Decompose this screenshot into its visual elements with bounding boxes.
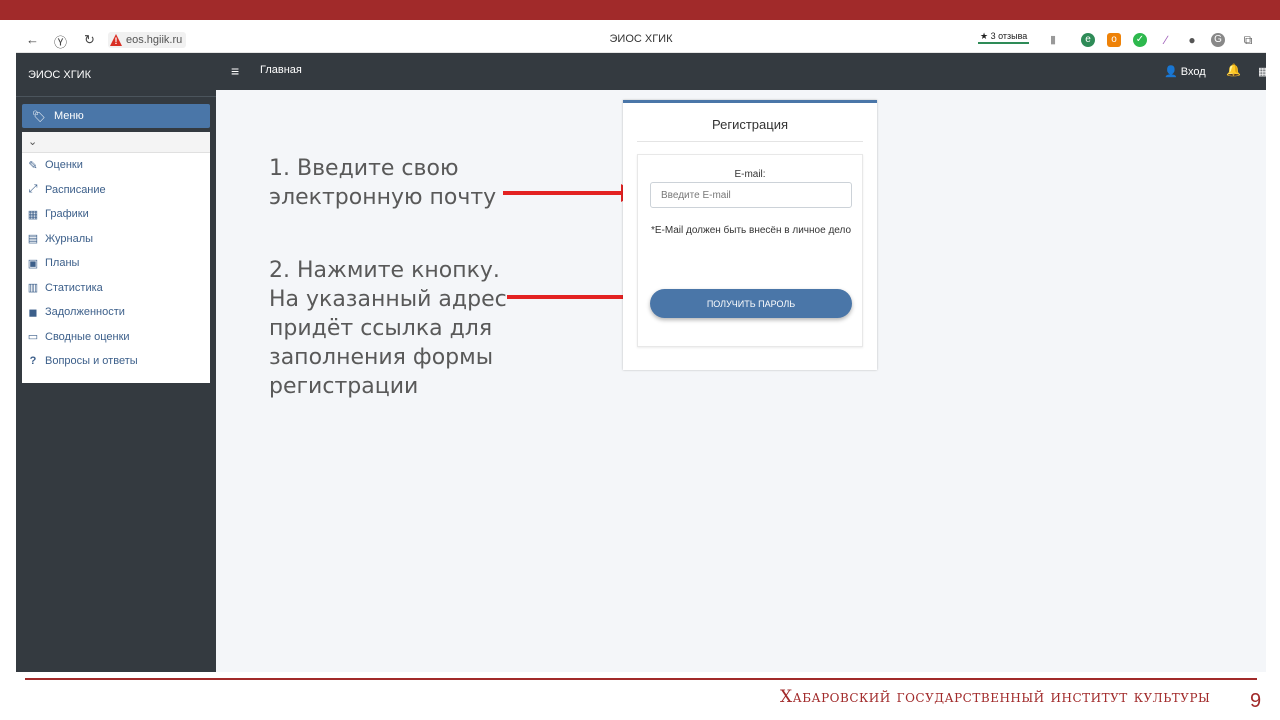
sidebar-item-charts[interactable]: ▦ Графики [22,202,210,227]
list-icon: ▤ [27,233,39,246]
slide-top-bar [0,0,1280,20]
sidebar-item-label: Оценки [45,159,83,172]
browser-toolbar: ← Ⓨ ↻ ! eos.hgiik.ru ЭИОС ХГИК ★ 3 отзыв… [16,28,1266,53]
instruction-line: регистрации [269,374,419,399]
menu-panel: ⌄ ✎ Оценки ⤢ Расписание ▦ Графики ▤ Журн… [22,132,210,383]
arrow-to-button [507,288,639,306]
extension-badge-icon[interactable]: G [1211,33,1225,47]
bookmark-icon[interactable]: ▮ [1046,33,1060,47]
instruction-line: 2. Нажмите кнопку. [269,258,500,283]
sidebar-item-label: Задолженности [45,306,125,319]
sidebar-item-schedule[interactable]: ⤢ Расписание [22,178,210,203]
user-icon: 👤 [1164,66,1178,78]
check-icon[interactable]: ✓ [1133,33,1147,47]
sidebar-item-label: Планы [45,257,80,270]
grid-icon[interactable]: ▦ [1258,65,1268,78]
bar-chart-icon: ▥ [27,282,39,295]
instruction-line: 1. Введите свою [269,156,459,181]
tags-icon: 🏷 [32,110,46,123]
sidebar-item-label: Сводные оценки [45,330,130,343]
instruction-line: На указанный адрес [269,287,507,312]
book-icon: ▭ [27,331,39,344]
sidebar-item-statistics[interactable]: ▥ Статистика [22,276,210,301]
page-title: ЭИОС ХГИК [609,33,673,45]
page-number: 9 [1250,690,1262,712]
arrow-to-email [503,184,637,202]
email-note: *E-Mail должен быть внесён в личное дело [650,225,852,236]
app-header: ≡ Главная 👤 Вход 🔔 ▦ [216,53,1268,90]
email-field[interactable] [650,182,852,208]
sidebar: ЭИОС ХГИК 🏷 Меню ⌄ ✎ Оценки ⤢ Расписание… [16,53,216,672]
bell-icon[interactable]: 🔔 [1226,63,1241,77]
lightbulb-icon[interactable]: ● [1185,33,1199,47]
registration-title: Регистрация [637,117,863,142]
instruction-step-2: 2. Нажмите кнопку. На указанный адрес пр… [269,256,507,401]
login-label: Вход [1180,66,1206,78]
sidebar-item-summary-grades[interactable]: ▭ Сводные оценки [22,325,210,350]
sidebar-item-label: Вопросы и ответы [45,355,138,368]
instruction-line: электронную почту [269,185,497,210]
email-label: E-mail: [734,169,766,180]
line-chart-icon: ⤢ [28,183,38,196]
login-link[interactable]: 👤 Вход [1164,65,1206,78]
odnoklassniki-icon[interactable]: о [1107,33,1121,47]
home-link[interactable]: Главная [260,64,302,76]
calendar-icon: ▦ [27,208,39,221]
debt-icon: ◼ [28,306,38,319]
sidebar-item-label: Графики [45,208,89,221]
evernote-icon[interactable]: e [1081,33,1095,47]
sidebar-item-faq[interactable]: ? Вопросы и ответы [22,349,210,374]
registration-card: Регистрация E-mail: *E-Mail должен быть … [623,100,877,370]
institute-name: Хабаровский государственный институт кул… [780,687,1211,707]
registration-form: E-mail: *E-Mail должен быть внесён в лич… [637,154,863,347]
sidebar-item-grades[interactable]: ✎ Оценки [22,153,210,178]
hamburger-icon[interactable]: ≡ [231,64,239,78]
sidebar-item-journals[interactable]: ▤ Журналы [22,227,210,252]
question-icon: ? [29,355,37,368]
menu-header[interactable]: 🏷 Меню [22,104,210,128]
sidebar-item-label: Статистика [45,281,103,294]
chevron-down-icon[interactable]: ⌄ [22,132,210,153]
sidebar-item-plans[interactable]: ▣ Планы [22,251,210,276]
sidebar-item-debts[interactable]: ◼ Задолженности [22,300,210,325]
newspaper-icon: ▣ [27,257,39,270]
edit-icon: ✎ [28,159,38,172]
instruction-line: придёт ссылка для [269,316,493,341]
sidebar-item-label: Расписание [45,183,106,196]
puzzle-icon[interactable]: ⧉ [1241,33,1255,47]
reviews-badge[interactable]: ★ 3 отзыва [978,31,1030,44]
brand-logo[interactable]: ЭИОС ХГИК [16,53,216,97]
sidebar-item-label: Журналы [45,232,94,245]
instruction-step-1: 1. Введите свою электронную почту [269,154,496,212]
menu-title: Меню [53,110,84,122]
get-password-button[interactable]: ПОЛУЧИТЬ ПАРОЛЬ [650,289,852,318]
pen-icon[interactable]: ∕ [1159,33,1173,47]
footer-divider [25,678,1257,680]
instruction-line: заполнения формы [269,345,494,370]
